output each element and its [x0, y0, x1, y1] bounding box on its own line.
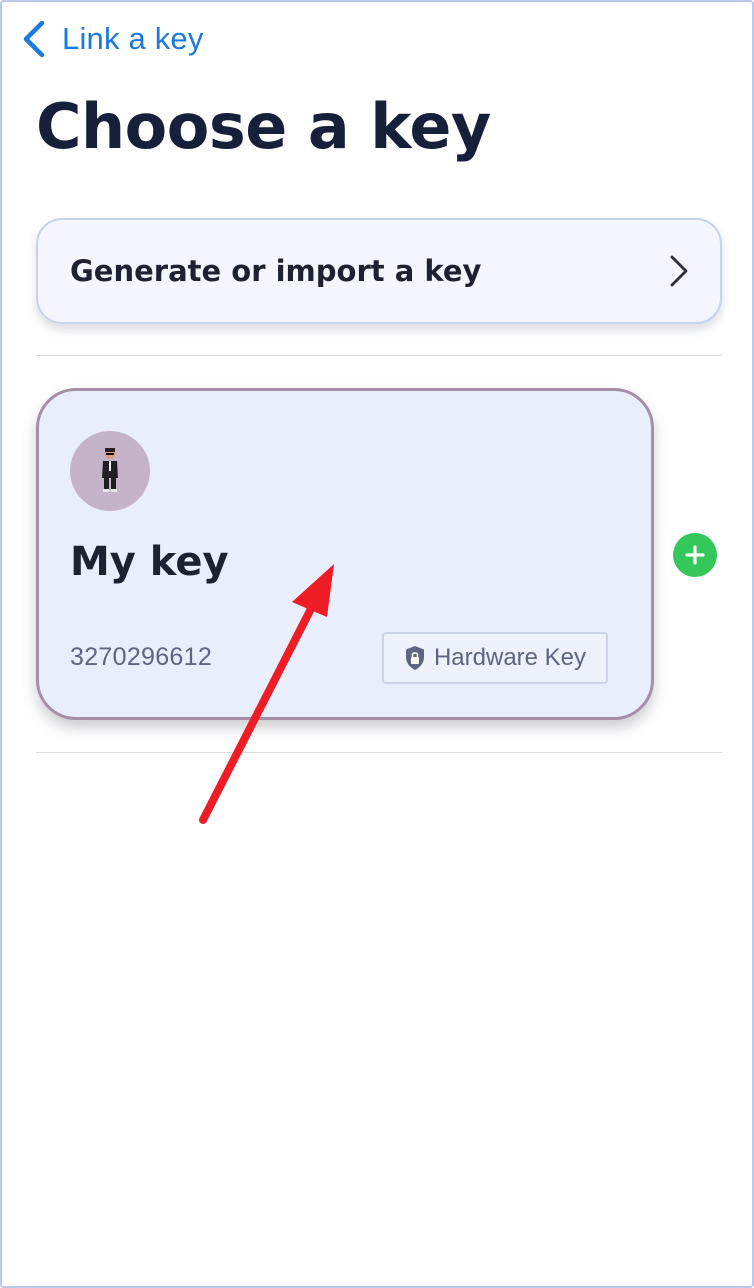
- plus-icon: [685, 545, 705, 565]
- generate-or-import-key-label: Generate or import a key: [70, 254, 482, 288]
- chevron-left-icon: [23, 20, 45, 58]
- back-button-label: Link a key: [62, 21, 204, 56]
- chevron-right-icon: [670, 255, 688, 287]
- hardware-key-badge: Hardware Key: [382, 632, 608, 684]
- hardware-key-label: Hardware Key: [433, 644, 587, 671]
- avatar: [70, 431, 150, 511]
- shield-lock-icon: [405, 646, 424, 670]
- person-avatar-icon: [102, 448, 118, 492]
- page-title: Choose a key: [36, 90, 491, 163]
- divider-bottom: [36, 752, 722, 753]
- screen-frame: Link a key Choose a key Generate or impo…: [0, 0, 754, 1288]
- key-card[interactable]: My key 3270296612 Hardware Key: [36, 388, 654, 720]
- key-id: 3270296612: [70, 643, 213, 671]
- divider-top: [36, 355, 722, 356]
- back-button[interactable]: Link a key: [20, 16, 204, 62]
- add-key-button[interactable]: [673, 533, 717, 577]
- key-name: My key: [70, 539, 229, 585]
- generate-or-import-key-button[interactable]: Generate or import a key: [36, 218, 722, 324]
